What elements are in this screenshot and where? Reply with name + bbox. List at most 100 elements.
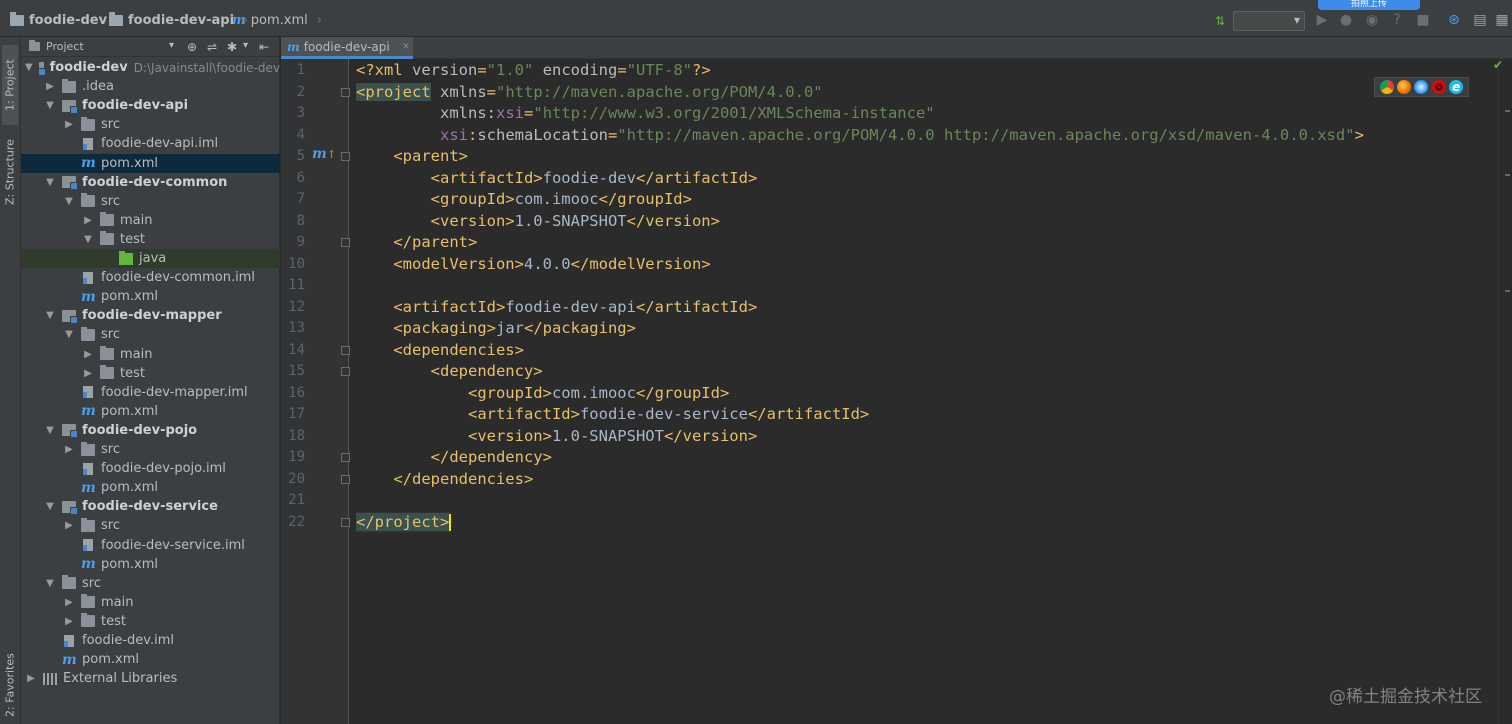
tree-item[interactable]: ▶ test: [21, 364, 280, 383]
panel-title[interactable]: Project: [46, 40, 84, 53]
code-line[interactable]: <project xmlns="http://maven.apache.org/…: [356, 82, 823, 103]
breadcrumb-item-project[interactable]: foodie-dev ›: [10, 11, 121, 28]
fold-marker-icon[interactable]: [341, 453, 350, 462]
tree-item[interactable]: ▼ src: [21, 574, 280, 593]
coverage-icon[interactable]: ◉: [1362, 8, 1382, 32]
code-line[interactable]: <artifactId>foodie-dev</artifactId>: [356, 168, 758, 189]
code-line[interactable]: <parent>: [356, 146, 468, 167]
expand-right-icon[interactable]: ▶: [82, 349, 94, 360]
error-stripe-mark[interactable]: [1505, 110, 1510, 112]
tree-item[interactable]: ▼ src: [21, 192, 280, 211]
expand-right-icon[interactable]: ▶: [63, 616, 75, 627]
tree-item[interactable]: ▼ src: [21, 325, 280, 344]
fold-marker-icon[interactable]: [341, 87, 350, 97]
tree-item[interactable]: m pom.xml: [21, 650, 280, 669]
tree-item[interactable]: ▶ main: [21, 593, 280, 612]
tree-item[interactable]: ▶ src: [21, 115, 280, 134]
tree-item[interactable]: ▼ foodie-dev-mapper: [21, 306, 280, 325]
code-line[interactable]: xsi:schemaLocation="http://maven.apache.…: [356, 125, 1364, 146]
expand-down-icon[interactable]: ▼: [63, 196, 75, 207]
code-line[interactable]: <modelVersion>4.0.0</modelVersion>: [356, 254, 710, 275]
stop-icon[interactable]: ■: [1413, 8, 1433, 32]
code-line[interactable]: xmlns:xsi="http://www.w3.org/2001/XMLSch…: [356, 103, 935, 124]
tree-item[interactable]: foodie-dev-api.iml: [21, 134, 280, 153]
fold-marker-icon[interactable]: [341, 238, 350, 247]
maven-parent-marker-icon[interactable]: m↑: [312, 146, 336, 162]
ie-icon[interactable]: e: [1449, 80, 1464, 94]
collapse-icon[interactable]: ⇌: [207, 40, 217, 54]
fold-marker-icon[interactable]: [341, 152, 350, 161]
code-editor[interactable]: m↑ 1 2 3 4 5 6 7 8 9 10 11 12 13 14 15 16 17 18 19 20 21 22 <…: [281, 59, 1498, 724]
help-icon[interactable]: ?: [1387, 8, 1407, 32]
tree-item[interactable]: ▶ test: [21, 612, 280, 631]
build-icon[interactable]: ⇅: [1210, 9, 1230, 33]
code-line[interactable]: </dependencies>: [356, 469, 533, 490]
expand-down-icon[interactable]: ▼: [44, 578, 56, 589]
tree-item[interactable]: ▶ .idea: [21, 77, 280, 96]
expand-right-icon[interactable]: ▶: [25, 673, 37, 684]
run-icon[interactable]: ▶: [1312, 8, 1332, 32]
expand-right-icon[interactable]: ▶: [44, 81, 56, 92]
expand-down-icon[interactable]: ▼: [44, 100, 56, 111]
tree-item[interactable]: ▼ foodie-dev D:\Javainstall\foodie-dev: [21, 58, 280, 77]
tab-project[interactable]: 1: Project: [2, 45, 18, 125]
code-line[interactable]: <packaging>jar</packaging>: [356, 318, 636, 339]
editor-scrollbar[interactable]: [1498, 59, 1512, 724]
expand-down-icon[interactable]: ▼: [44, 310, 56, 321]
expand-right-icon[interactable]: ▶: [82, 215, 94, 226]
tree-item[interactable]: ▼ foodie-dev-api: [21, 96, 280, 115]
tree-item[interactable]: m pom.xml: [21, 287, 280, 306]
tree-item[interactable]: ▼ foodie-dev-pojo: [21, 421, 280, 440]
code-line[interactable]: </parent>: [356, 232, 477, 253]
settings-icon[interactable]: ▦: [1492, 8, 1512, 32]
tree-item[interactable]: ▶ src: [21, 440, 280, 459]
tree-item[interactable]: m pom.xml: [21, 478, 280, 497]
fold-marker-icon[interactable]: [341, 474, 350, 484]
tree-item[interactable]: foodie-dev.iml: [21, 631, 280, 650]
tree-item[interactable]: m pom.xml: [21, 153, 280, 173]
tree-item[interactable]: java: [21, 249, 280, 268]
tree-item[interactable]: ▼ test: [21, 230, 280, 249]
fold-marker-icon[interactable]: [341, 345, 350, 355]
dropdown-icon[interactable]: ▾: [243, 40, 248, 51]
expand-right-icon[interactable]: ▶: [82, 368, 94, 379]
tree-item[interactable]: m pom.xml: [21, 555, 280, 574]
fold-marker-icon[interactable]: [341, 367, 350, 376]
expand-right-icon[interactable]: ▶: [63, 520, 75, 531]
expand-right-icon[interactable]: ▶: [63, 597, 75, 608]
expand-down-icon[interactable]: ▼: [44, 425, 56, 436]
code-line[interactable]: <artifactId>foodie-dev-api</artifactId>: [356, 297, 757, 318]
code-line[interactable]: <artifactId>foodie-dev-service</artifact…: [356, 404, 869, 425]
tree-item[interactable]: ▼ foodie-dev-common: [21, 173, 280, 192]
dropdown-icon[interactable]: ▾: [169, 40, 174, 51]
breadcrumb-item-file[interactable]: m pom.xml ›: [232, 12, 322, 28]
expand-down-icon[interactable]: ▼: [44, 501, 56, 512]
tree-item[interactable]: ▼ foodie-dev-service: [21, 497, 280, 516]
tree-item[interactable]: m pom.xml: [21, 402, 280, 421]
close-icon[interactable]: ×: [402, 41, 410, 52]
tab-favorites[interactable]: 2: Favorites: [2, 647, 18, 723]
code-line[interactable]: <version>1.0-SNAPSHOT</version>: [356, 211, 720, 232]
tree-item[interactable]: foodie-dev-common.iml: [21, 268, 280, 287]
expand-right-icon[interactable]: ▶: [63, 119, 75, 130]
tree-item[interactable]: foodie-dev-pojo.iml: [21, 459, 280, 478]
expand-down-icon[interactable]: ▼: [63, 329, 75, 340]
code-line[interactable]: <version>1.0-SNAPSHOT</version>: [356, 426, 757, 447]
structure-view-icon[interactable]: ▤: [1470, 8, 1490, 32]
debug-icon[interactable]: ●: [1336, 8, 1356, 32]
gear-icon[interactable]: ✱: [227, 40, 237, 54]
target-icon[interactable]: ⊕: [187, 40, 197, 54]
expand-right-icon[interactable]: ▶: [63, 444, 75, 455]
fold-marker-icon[interactable]: [341, 517, 350, 527]
code-line[interactable]: </project>: [356, 511, 452, 533]
code-line[interactable]: </dependency>: [356, 447, 552, 468]
tree-item[interactable]: ▶ External Libraries: [21, 669, 280, 688]
tree-item[interactable]: foodie-dev-mapper.iml: [21, 383, 280, 402]
code-line[interactable]: <?xml version="1.0" encoding="UTF-8"?>: [356, 60, 711, 81]
hide-icon[interactable]: ⇤: [259, 40, 269, 54]
chrome-icon[interactable]: [1379, 80, 1394, 94]
tab-pom-xml[interactable]: m foodie-dev-api ×: [281, 37, 413, 59]
code-line[interactable]: <groupId>com.imooc</groupId>: [356, 383, 729, 404]
tree-item[interactable]: ▶ src: [21, 516, 280, 535]
firefox-icon[interactable]: [1397, 80, 1412, 94]
